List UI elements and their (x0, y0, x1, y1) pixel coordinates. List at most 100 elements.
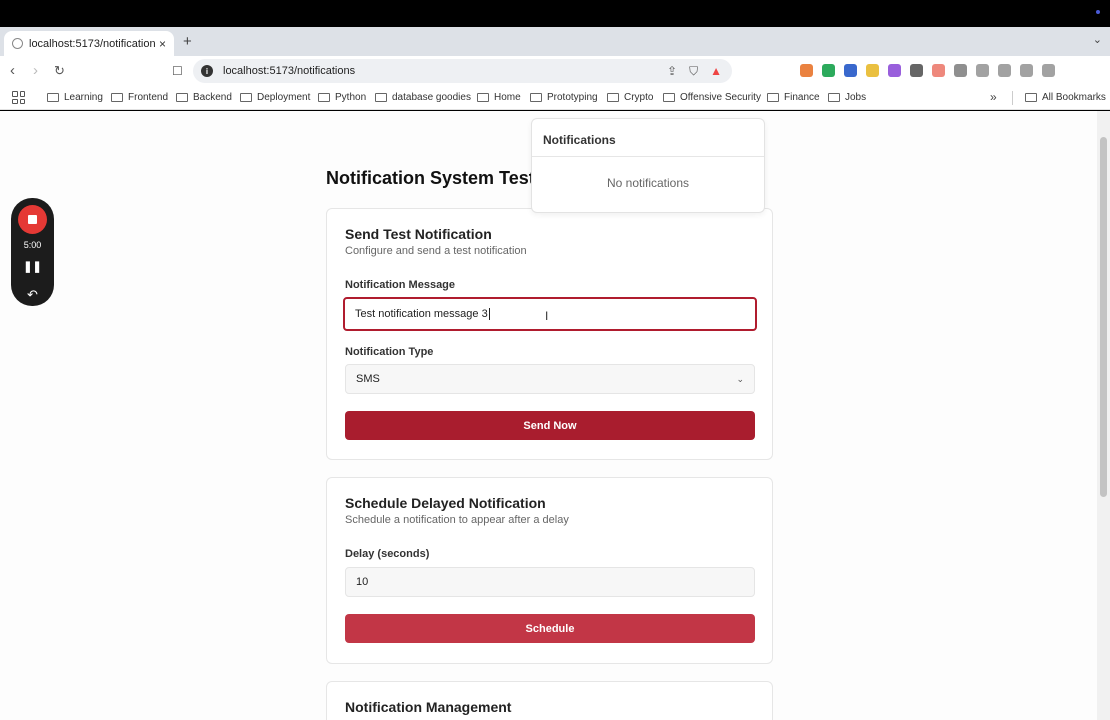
type-value: SMS (356, 373, 380, 385)
folder-icon (607, 93, 619, 102)
all-bookmarks-folder[interactable]: All Bookmarks (1025, 92, 1106, 103)
send-card-title: Send Test Notification (345, 226, 492, 242)
notifications-empty-text: No notifications (606, 176, 690, 190)
extension-icon[interactable] (866, 64, 879, 77)
address-bar[interactable]: i localhost:5173/notifications ⇪ ⛉ ▲ (193, 59, 732, 83)
page-title: Notification System Test (326, 168, 535, 188)
bookmark-folder[interactable]: Prototyping (530, 92, 598, 103)
new-tab-button[interactable]: + (183, 33, 192, 50)
folder-icon (663, 93, 675, 102)
extension-icon[interactable] (1042, 64, 1055, 77)
brave-rewards-icon[interactable]: ▲ (710, 64, 722, 79)
schedule-card-title: Schedule Delayed Notification (345, 495, 546, 511)
reload-icon[interactable]: ↻ (54, 62, 65, 80)
send-card-description: Configure and send a test notification (345, 245, 527, 257)
schedule-card: Schedule Delayed Notification Schedule a… (326, 477, 773, 664)
forward-icon[interactable]: › (33, 62, 38, 80)
notifications-popover: Notifications No notifications (531, 118, 765, 213)
extension-icon[interactable] (800, 64, 813, 77)
back-icon[interactable]: ‹ (10, 62, 15, 80)
type-select[interactable]: SMS ⌄ (345, 364, 755, 394)
url-text: localhost:5173/notifications (223, 65, 356, 77)
tab-title: localhost:5173/notifications (29, 37, 155, 50)
send-now-button[interactable]: Send Now (345, 411, 755, 440)
extension-icon[interactable] (1020, 64, 1033, 77)
recording-timer: 5:00 (23, 240, 42, 250)
stop-recording-button[interactable] (18, 205, 47, 234)
bookmark-label: Crypto (624, 92, 654, 103)
os-top-bar (0, 0, 1110, 27)
browser-toolbar: ‹ › ↻ ☐ i localhost:5173/notifications ⇪… (0, 56, 1110, 86)
bookmark-label: Prototyping (547, 92, 598, 103)
management-card: Notification Management (326, 681, 773, 720)
message-label: Notification Message (345, 279, 456, 291)
bookmark-folder[interactable]: Jobs (828, 92, 866, 103)
bookmark-folder[interactable]: Python (318, 92, 366, 103)
bookmark-folder[interactable]: Finance (767, 92, 820, 103)
bookmark-label: Home (494, 92, 521, 103)
bookmarks-divider (1012, 91, 1013, 105)
page-scrollbar[interactable] (1097, 111, 1110, 720)
folder-icon (477, 93, 489, 102)
status-dot (1096, 10, 1100, 14)
restart-icon[interactable]: ↶ (11, 287, 54, 303)
bookmark-folder[interactable]: Offensive Security (663, 92, 761, 103)
schedule-card-description: Schedule a notification to appear after … (345, 514, 569, 526)
schedule-button[interactable]: Schedule (345, 614, 755, 643)
text-cursor-icon: I (545, 309, 549, 323)
bookmark-label: Deployment (257, 92, 311, 103)
bookmark-folder[interactable]: Crypto (607, 92, 653, 103)
notifications-header: Notifications (532, 119, 764, 157)
bookmark-label: Frontend (128, 92, 169, 103)
close-tab-icon[interactable]: × (159, 37, 166, 51)
extension-icon[interactable] (888, 64, 901, 77)
all-bookmarks-label: All Bookmarks (1042, 92, 1106, 103)
message-input[interactable]: Test notification message 3 (343, 297, 757, 331)
brave-shield-icon[interactable]: ⛉ (689, 64, 698, 79)
bookmark-label: Python (335, 92, 367, 103)
extension-icon[interactable] (998, 64, 1011, 77)
bookmark-folder[interactable]: Frontend (111, 92, 168, 103)
extension-icon[interactable] (932, 64, 945, 77)
extension-icon[interactable] (976, 64, 989, 77)
site-info-icon[interactable]: i (201, 65, 213, 77)
bookmark-folder[interactable]: database goodies (375, 92, 471, 103)
bookmark-folder[interactable]: Learning (47, 92, 103, 103)
folder-icon (111, 93, 123, 102)
management-card-title: Notification Management (345, 699, 512, 715)
bookmark-label: Jobs (845, 92, 867, 103)
chevron-down-icon: ⌄ (736, 373, 744, 384)
bookmark-folder[interactable]: Home (477, 92, 521, 103)
tab-search-chevron-icon[interactable]: ⌄ (1093, 33, 1102, 46)
scrollbar-thumb[interactable] (1100, 137, 1107, 497)
folder-icon (767, 93, 779, 102)
more-bookmarks-icon[interactable]: » (990, 90, 997, 104)
stop-icon (28, 215, 37, 224)
folder-icon (375, 93, 387, 102)
extension-icon[interactable] (844, 64, 857, 77)
screen-recorder-widget: 5:00 ❚❚ ↶ (11, 198, 54, 306)
share-icon[interactable]: ⇪ (667, 64, 677, 79)
send-test-card: Send Test Notification Configure and sen… (326, 208, 773, 460)
bookmark-folder[interactable]: Backend (176, 92, 232, 103)
extension-icon[interactable] (954, 64, 967, 77)
globe-icon (12, 38, 23, 49)
apps-grid-icon[interactable] (12, 91, 25, 104)
bookmark-folder[interactable]: Deployment (240, 92, 310, 103)
pause-icon[interactable]: ❚❚ (11, 260, 54, 273)
extension-icon[interactable] (822, 64, 835, 77)
bookmark-icon[interactable]: ☐ (172, 62, 183, 80)
delay-input[interactable]: 10 (345, 567, 755, 597)
bookmark-label: Backend (193, 92, 232, 103)
bookmark-label: Learning (64, 92, 103, 103)
extension-icon[interactable] (910, 64, 923, 77)
folder-icon (828, 93, 840, 102)
browser-tab[interactable]: localhost:5173/notifications × (4, 31, 174, 56)
bookmark-label: database goodies (392, 92, 471, 103)
extensions-row (800, 64, 1055, 77)
bookmark-label: Finance (784, 92, 820, 103)
bookmark-label: Offensive Security (680, 92, 761, 103)
message-value: Test notification message 3 (355, 308, 488, 320)
tab-strip: localhost:5173/notifications × + ⌄ (0, 27, 1110, 56)
folder-icon (240, 93, 252, 102)
